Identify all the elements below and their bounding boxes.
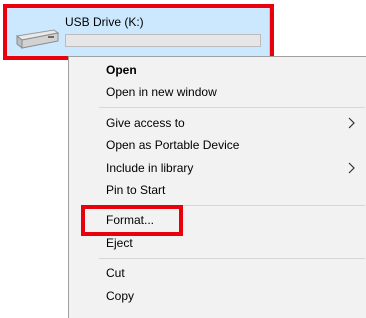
menu-item-label: Format... [106,213,155,227]
menu-item-label: Give access to [106,116,185,130]
menu-item-format[interactable]: Format... [69,209,366,231]
usb-drive-icon [15,29,60,50]
menu-item-label: Eject [106,236,133,250]
menu-item-cut[interactable]: Cut [69,262,366,284]
menu-item-eject[interactable]: Eject [69,232,366,254]
context-menu: Open Open in new window Give access to O… [68,56,366,318]
menu-item-label: Cut [106,266,125,280]
menu-item-label: Copy [106,289,135,303]
menu-item-open[interactable]: Open [69,59,366,81]
menu-item-label: Open as Portable Device [106,138,240,152]
drive-usage-bar [65,34,261,47]
menu-separator [99,258,365,259]
menu-item-copy[interactable]: Copy [69,285,366,307]
chevron-right-icon [348,117,355,129]
menu-item-give-access[interactable]: Give access to [69,112,366,134]
chevron-right-icon [348,162,355,174]
menu-separator [99,107,365,108]
menu-item-label: Include in library [106,161,194,175]
drive-label: USB Drive (K:) [65,15,144,29]
menu-item-open-portable-device[interactable]: Open as Portable Device [69,134,366,156]
menu-item-label: Pin to Start [106,183,166,197]
menu-separator [99,205,365,206]
usb-drive-tile[interactable]: USB Drive (K:) [6,5,270,57]
menu-item-pin-to-start[interactable]: Pin to Start [69,179,366,201]
menu-item-include-library[interactable]: Include in library [69,157,366,179]
menu-item-label: Open in new window [106,85,217,99]
menu-item-label: Open [106,63,137,77]
menu-item-open-new-window[interactable]: Open in new window [69,81,366,103]
